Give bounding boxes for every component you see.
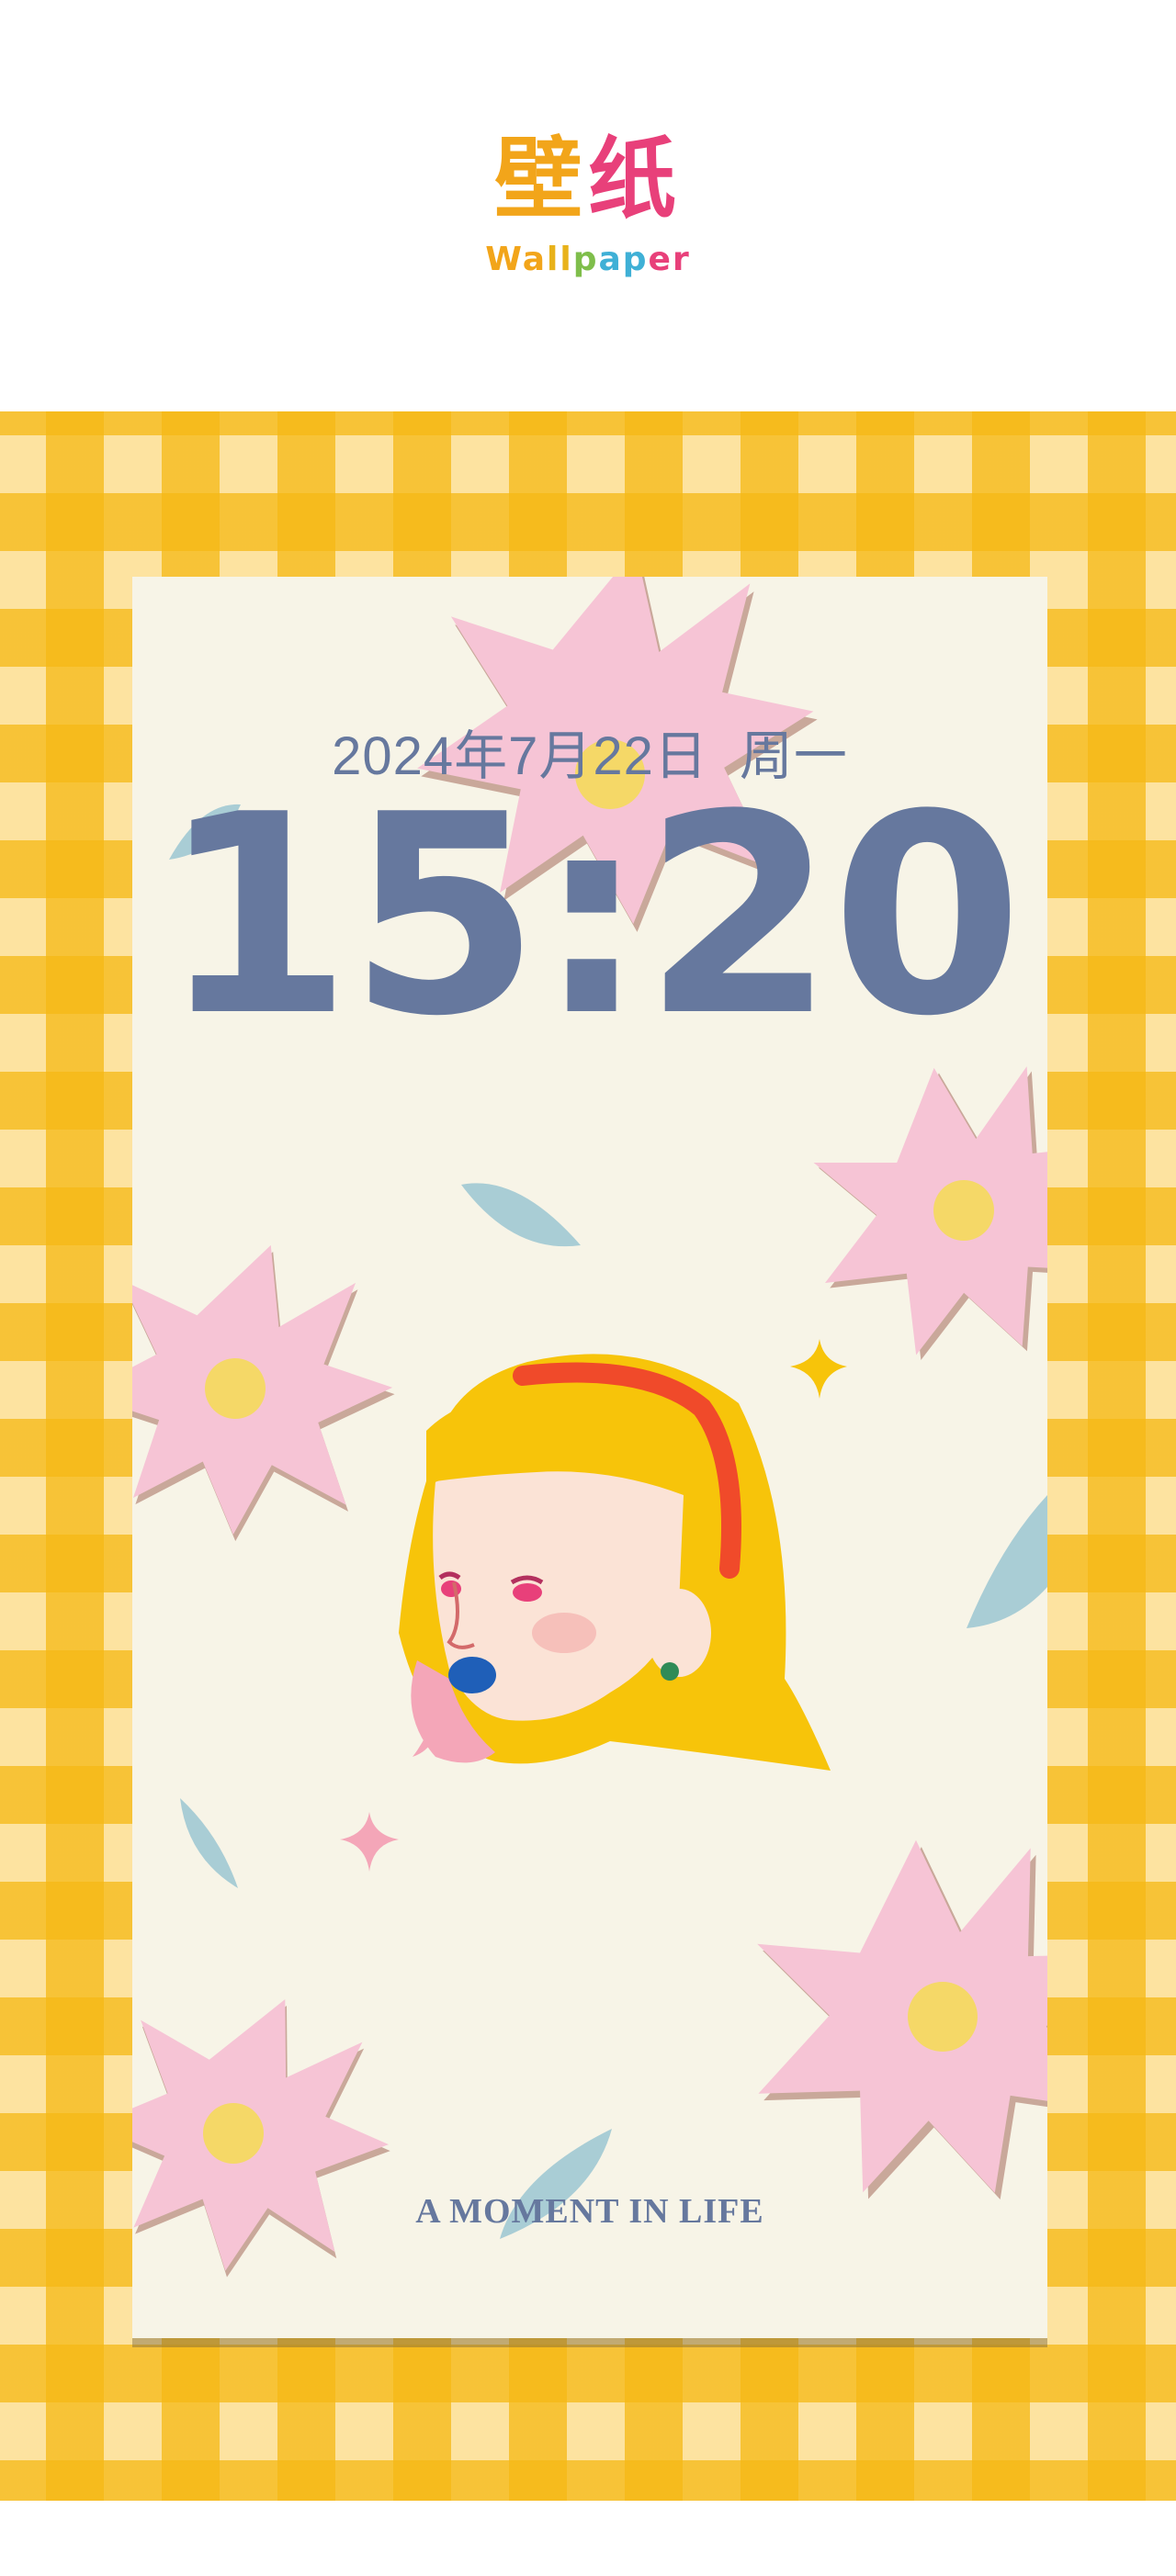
page-footer (0, 2501, 1176, 2576)
leaf-icon (180, 1798, 238, 1888)
lockscreen-wallpaper: 2024年7月22日 周一 15:20 A MOMENT IN LIFE (132, 577, 1047, 2338)
lockscreen-tagline: A MOMENT IN LIFE (415, 2192, 764, 2231)
flower-center (203, 2103, 264, 2164)
page-subtitle: Wallpaper (0, 241, 1176, 278)
subtitle-letter: W (485, 241, 523, 278)
subtitle-letter: a (598, 241, 623, 278)
title-char-2: 纸 (588, 128, 682, 231)
subtitle-letter: p (572, 241, 599, 278)
page-title: 壁纸 (0, 129, 1176, 230)
title-char-1: 壁 (494, 128, 588, 231)
leaf-icon (461, 1183, 581, 1247)
flower-center (933, 1180, 994, 1241)
pink-flower-icon (737, 1823, 1047, 2220)
subtitle-letter: l (547, 241, 560, 278)
sparkle-icon (340, 1812, 399, 1872)
page-header: 壁纸 Wallpaper (0, 0, 1176, 411)
pink-flower-icon (132, 1208, 423, 1571)
subtitle-letter: a (522, 241, 547, 278)
pink-flower-icon (132, 1952, 425, 2315)
pink-flower-icon (791, 1041, 1047, 1383)
flower-center (908, 1982, 978, 2052)
leaf-icon (967, 1495, 1047, 1628)
subtitle-letter: r (672, 241, 691, 278)
sparkle-icon (790, 1339, 847, 1399)
lockscreen-clock: 15:20 (160, 756, 1023, 1076)
girl-illustration (399, 1354, 831, 1771)
subtitle-letter: p (622, 241, 649, 278)
subtitle-letter: e (648, 241, 673, 278)
flower-center (205, 1358, 266, 1419)
subtitle-letter: l (560, 241, 573, 278)
